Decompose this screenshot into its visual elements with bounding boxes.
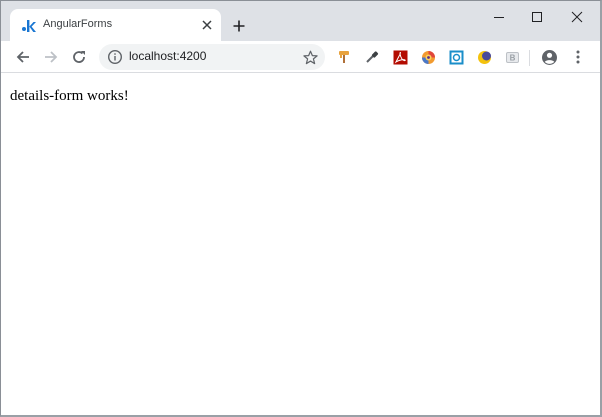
- paint-roller-extension-icon[interactable]: [335, 48, 353, 66]
- browser-window: AngularForms localhost:4200 B details-fo…: [0, 0, 602, 417]
- minimize-icon[interactable]: [487, 7, 511, 27]
- tab-angularforms[interactable]: AngularForms: [10, 9, 221, 41]
- reload-icon[interactable]: [69, 47, 89, 67]
- info-icon[interactable]: [107, 49, 123, 65]
- address-bar[interactable]: localhost:4200: [99, 44, 325, 70]
- b-badge-extension-icon[interactable]: B: [503, 48, 521, 66]
- tab-title: AngularForms: [43, 18, 113, 30]
- profile-avatar-icon[interactable]: [540, 48, 558, 66]
- acrobat-pdf-extension-icon[interactable]: [391, 48, 409, 66]
- browser-toolbar: localhost:4200 B: [1, 41, 600, 73]
- component-message: details-form works!: [10, 88, 129, 104]
- tab-strip: AngularForms: [1, 1, 600, 41]
- bookmark-star-icon[interactable]: [301, 48, 319, 66]
- toolbar-separator: [529, 50, 530, 66]
- more-menu-icon[interactable]: [569, 48, 587, 66]
- forward-arrow-icon[interactable]: [41, 47, 61, 67]
- address-url[interactable]: localhost:4200: [129, 49, 206, 63]
- close-tab-icon[interactable]: [200, 18, 214, 32]
- maximize-icon[interactable]: [525, 7, 549, 27]
- back-arrow-icon[interactable]: [13, 47, 33, 67]
- screenshot-capture-extension-icon[interactable]: [447, 48, 465, 66]
- moon-extension-icon[interactable]: [475, 48, 493, 66]
- svg-text:B: B: [509, 53, 515, 62]
- page-content: details-form works!: [1, 73, 600, 415]
- close-window-icon[interactable]: [565, 7, 589, 27]
- angular-k-favicon-icon: [21, 18, 37, 34]
- new-tab-icon[interactable]: [230, 17, 248, 35]
- eyedropper-extension-icon[interactable]: [363, 48, 381, 66]
- color-wheel-extension-icon[interactable]: [419, 48, 437, 66]
